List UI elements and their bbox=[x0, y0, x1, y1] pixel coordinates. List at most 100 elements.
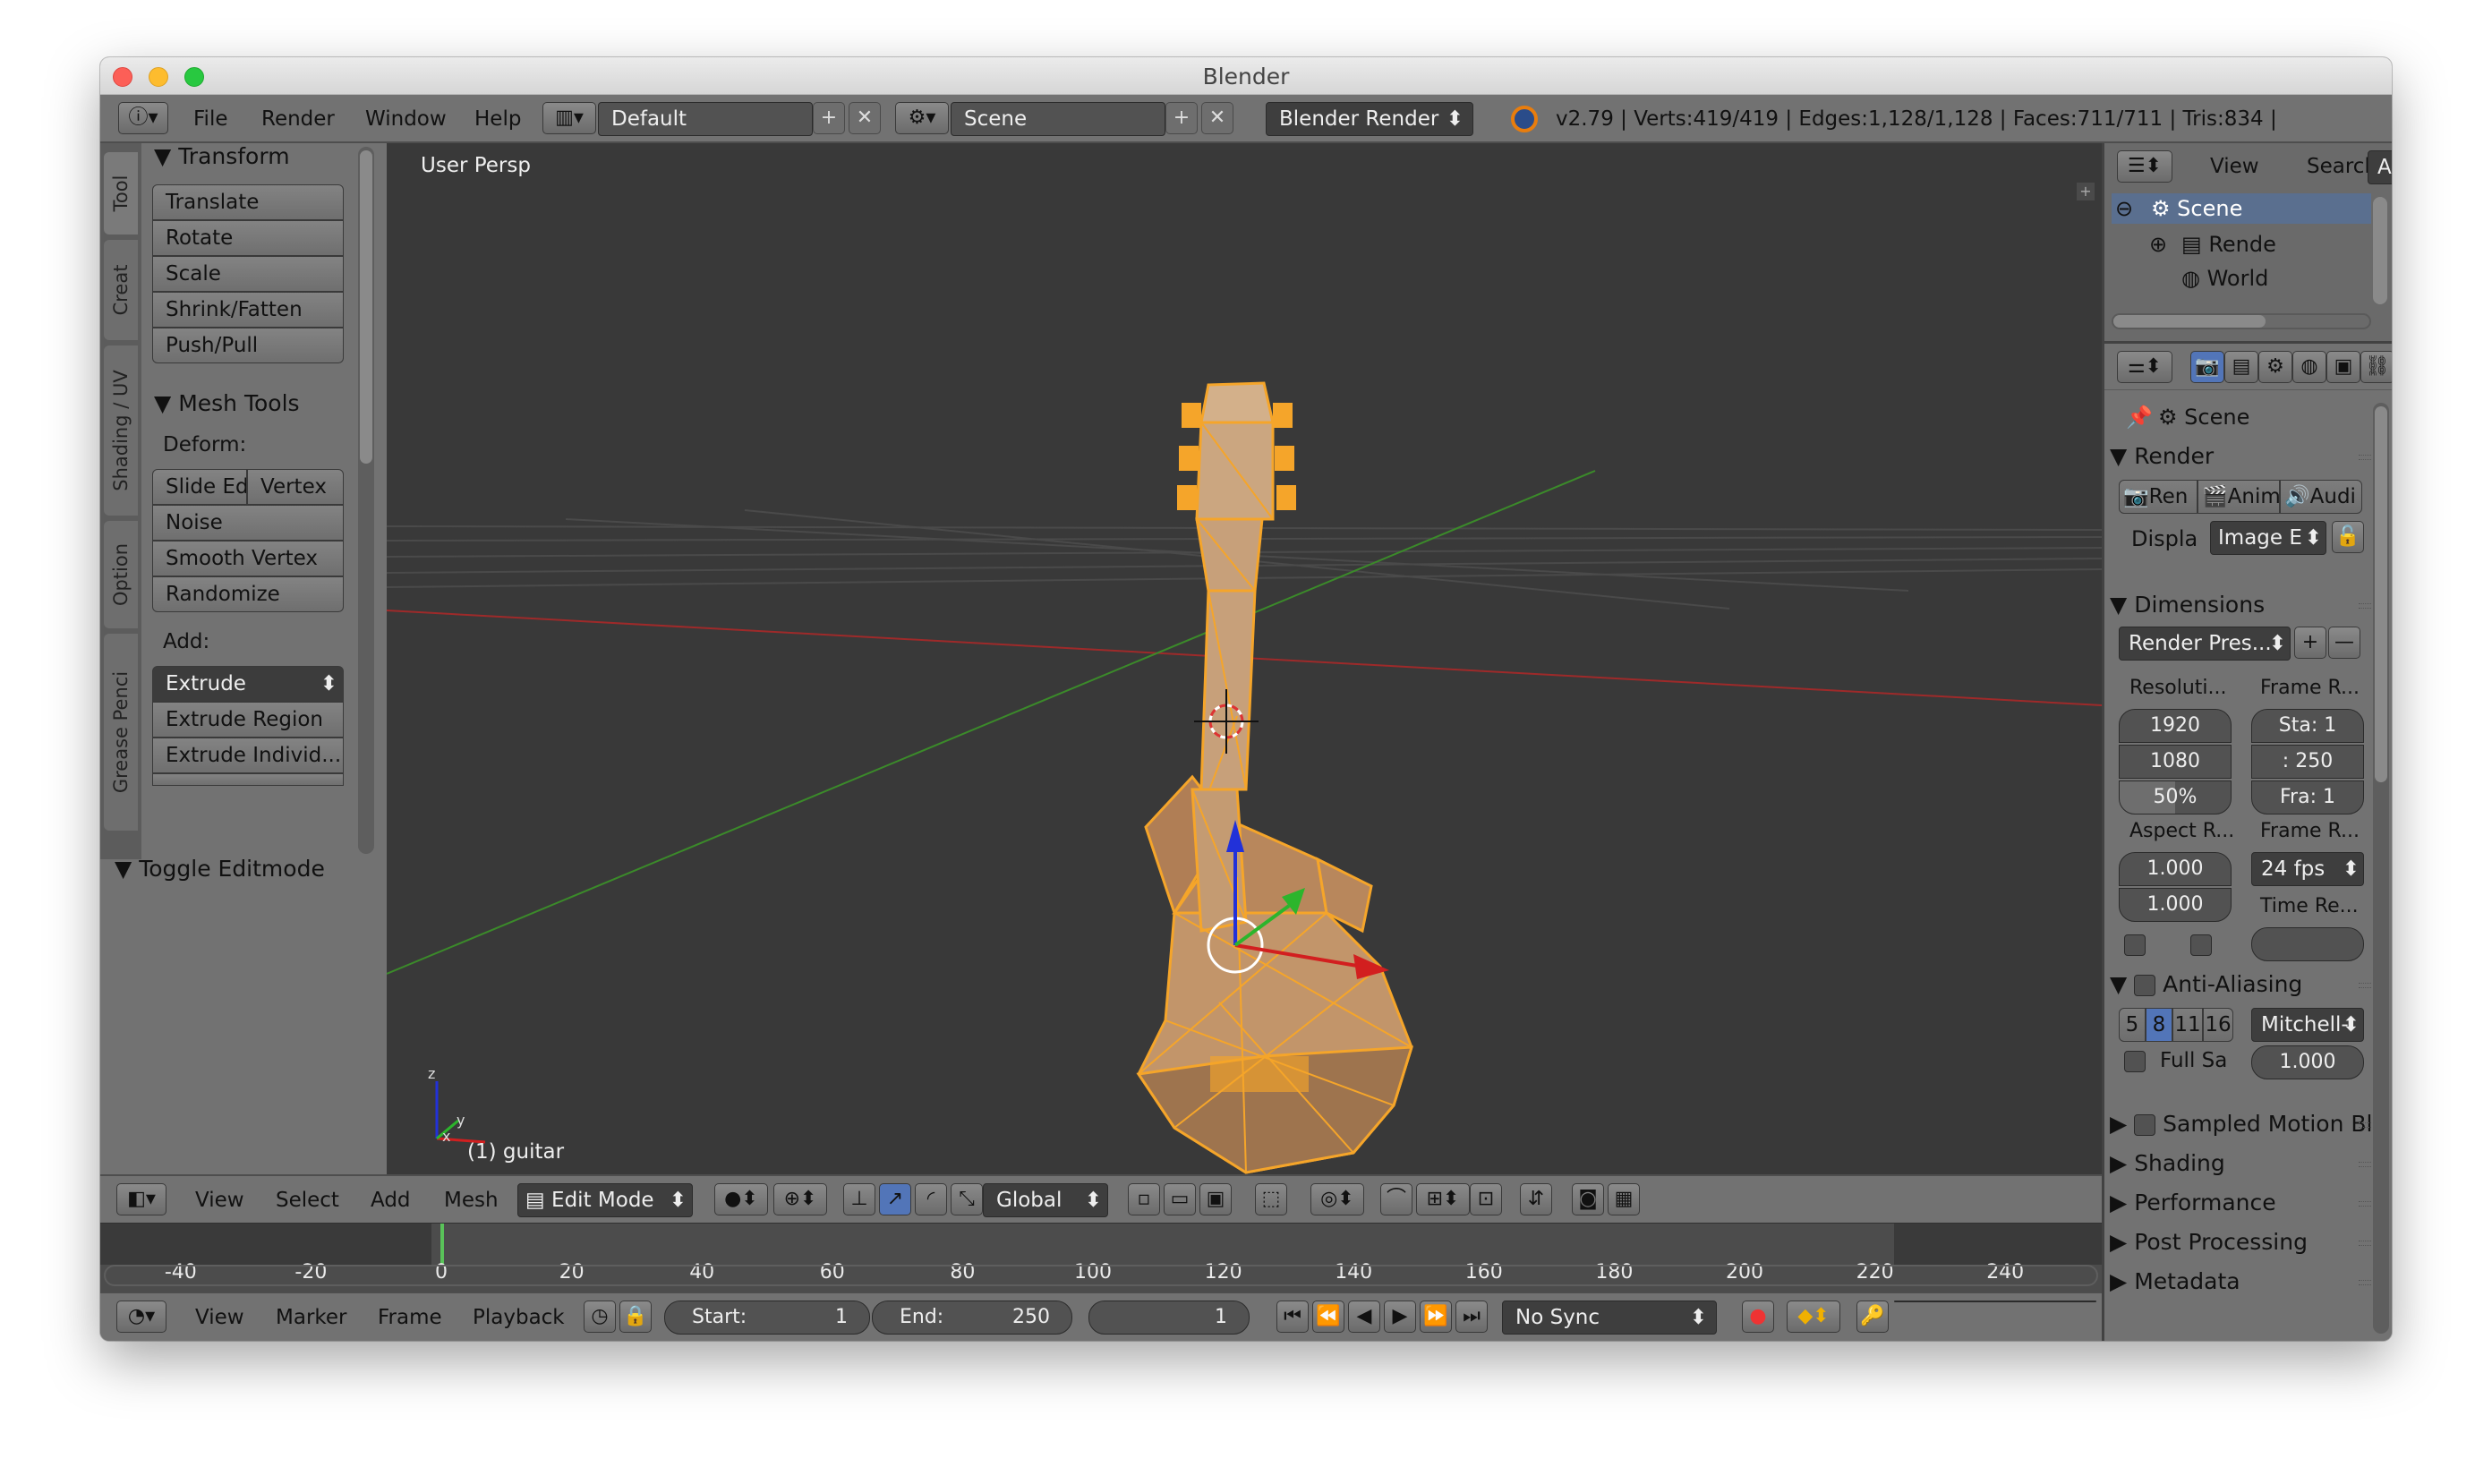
aa-samples-5[interactable]: 5 bbox=[2119, 1008, 2146, 1042]
remove-preset-icon[interactable]: — bbox=[2328, 627, 2360, 659]
3d-viewport[interactable]: User Persp + z y x (1) guitar bbox=[387, 143, 2102, 1174]
post-processing-panel-header[interactable]: ▶ Post Processing bbox=[2110, 1224, 2375, 1260]
object-tab-icon[interactable]: ▣ bbox=[2326, 351, 2360, 383]
extrude-region-button[interactable]: Extrude Region bbox=[152, 702, 344, 738]
aspect-y-field[interactable]: 1.000 bbox=[2119, 888, 2232, 922]
mesh-tools-panel-header[interactable]: ▼ Mesh Tools bbox=[154, 390, 300, 416]
jump-end-icon[interactable]: ⏭ bbox=[1455, 1301, 1488, 1333]
crop-checkbox[interactable] bbox=[2190, 934, 2212, 956]
translate-button[interactable]: Translate bbox=[152, 184, 344, 220]
render-still-button[interactable]: 📷Ren bbox=[2119, 480, 2198, 514]
proportional-edit-icon[interactable]: ◎⬍ bbox=[1310, 1183, 1364, 1215]
current-frame-field[interactable]: 1 bbox=[1088, 1301, 1250, 1335]
menu-select[interactable]: Select bbox=[276, 1176, 339, 1224]
scrollbar-thumb[interactable] bbox=[2113, 315, 2266, 328]
outliner-editor-icon[interactable]: ☰⬍ bbox=[2117, 150, 2172, 183]
extrude-menu-button[interactable]: Extrude ⬍ bbox=[152, 666, 344, 702]
properties-editor-icon[interactable]: ⚌⬍ bbox=[2117, 351, 2172, 383]
render-panel-header[interactable]: ▼ Render bbox=[2110, 439, 2375, 474]
tab-shading-uv[interactable]: Shading / UV bbox=[104, 345, 138, 516]
render-presets-select[interactable]: Render Pres... ⬍ bbox=[2119, 627, 2291, 661]
viewport-shading-icon[interactable]: ●⬍ bbox=[714, 1183, 768, 1215]
zoom-window-icon[interactable] bbox=[184, 67, 204, 87]
aa-filter-size-field[interactable]: 1.000 bbox=[2251, 1045, 2364, 1079]
push-pull-button[interactable]: Push/Pull bbox=[152, 328, 344, 363]
jump-keyframe-back-icon[interactable]: ⏪ bbox=[1312, 1301, 1344, 1333]
render-animation-button[interactable]: 🎬Anim bbox=[2198, 480, 2280, 514]
face-select-icon[interactable]: ▣ bbox=[1199, 1183, 1232, 1215]
menu-playback[interactable]: Playback bbox=[473, 1293, 565, 1341]
frame-start-field[interactable]: Sta: 1 bbox=[2251, 709, 2364, 743]
menu-help[interactable]: Help bbox=[474, 95, 521, 143]
close-window-icon[interactable] bbox=[113, 67, 132, 87]
pivot-point-icon[interactable]: ⊕⬍ bbox=[773, 1183, 827, 1215]
slide-vertex-button[interactable]: Vertex bbox=[247, 469, 344, 505]
rotate-manipulator-icon[interactable]: ◜ bbox=[915, 1183, 947, 1215]
frame-step-field[interactable]: Fra: 1 bbox=[2251, 780, 2364, 814]
dimensions-panel-header[interactable]: ▼ Dimensions bbox=[2110, 587, 2375, 623]
snap-target-icon[interactable]: ⊡ bbox=[1470, 1183, 1502, 1215]
menu-marker[interactable]: Marker bbox=[276, 1293, 347, 1341]
add-preset-icon[interactable]: + bbox=[2294, 627, 2326, 659]
world-tab-icon[interactable]: ◍ bbox=[2292, 351, 2326, 383]
render-tab-icon[interactable]: 📷 bbox=[2190, 351, 2224, 383]
outliner-item-scene[interactable]: ⚙ Scene bbox=[2151, 193, 2242, 224]
border-checkbox[interactable] bbox=[2124, 934, 2146, 956]
record-icon[interactable]: ● bbox=[1742, 1301, 1774, 1333]
slide-edge-button[interactable]: Slide Ed bbox=[152, 469, 247, 505]
interaction-mode-select[interactable]: ▤ Edit Mode ⬍ bbox=[517, 1183, 693, 1217]
opengl-render-icon[interactable]: ◙ bbox=[1572, 1183, 1604, 1215]
scrollbar-thumb[interactable] bbox=[2375, 406, 2387, 782]
menu-frame[interactable]: Frame bbox=[378, 1293, 442, 1341]
resolution-x-field[interactable]: 1920 bbox=[2119, 709, 2232, 743]
play-icon[interactable]: ▶ bbox=[1384, 1301, 1416, 1333]
outliner-vscrollbar[interactable] bbox=[2373, 197, 2387, 304]
shading-panel-header[interactable]: ▶ Shading bbox=[2110, 1146, 2375, 1181]
resolution-percentage-slider[interactable]: 50% bbox=[2119, 780, 2232, 814]
add-screen-icon[interactable]: + bbox=[813, 102, 845, 134]
transform-panel-header[interactable]: ▼ Transform bbox=[154, 143, 290, 169]
jump-start-icon[interactable]: ⏮ bbox=[1276, 1301, 1309, 1333]
outliner-menu-view[interactable]: View bbox=[2210, 143, 2259, 190]
anti-aliasing-panel-header[interactable]: ▼ Anti-Aliasing bbox=[2110, 967, 2375, 1002]
delete-scene-icon[interactable]: ✕ bbox=[1201, 102, 1233, 134]
snap-element-icon[interactable]: ⊞⬍ bbox=[1416, 1183, 1470, 1215]
randomize-button[interactable]: Randomize bbox=[152, 576, 344, 612]
jump-keyframe-forward-icon[interactable]: ⏩ bbox=[1420, 1301, 1452, 1333]
outliner-display-select[interactable]: All bbox=[2368, 150, 2392, 184]
play-reverse-icon[interactable]: ◀ bbox=[1348, 1301, 1380, 1333]
aa-samples-16[interactable]: 16 bbox=[2203, 1008, 2233, 1042]
translate-manipulator-icon[interactable]: ↗ bbox=[879, 1183, 911, 1215]
metadata-panel-header[interactable]: ▶ Metadata bbox=[2110, 1264, 2375, 1300]
clipped-button[interactable] bbox=[152, 773, 344, 786]
sync-mode-select[interactable]: No Sync ⬍ bbox=[1502, 1301, 1717, 1335]
menu-view[interactable]: View bbox=[195, 1293, 244, 1341]
info-editor-icon[interactable]: ⓘ▾ bbox=[118, 102, 168, 134]
menu-render[interactable]: Render bbox=[261, 95, 335, 143]
render-engine-select[interactable]: Blender Render ⬍ bbox=[1266, 102, 1473, 136]
delete-screen-icon[interactable]: ✕ bbox=[849, 102, 881, 134]
motion-blur-checkbox[interactable] bbox=[2134, 1114, 2156, 1136]
minimize-window-icon[interactable] bbox=[149, 67, 168, 87]
menu-mesh[interactable]: Mesh bbox=[444, 1176, 499, 1224]
tab-tool[interactable]: Tool bbox=[104, 152, 138, 235]
smooth-vertex-button[interactable]: Smooth Vertex bbox=[152, 541, 344, 576]
tool-shelf-scrollbar[interactable] bbox=[358, 147, 374, 854]
performance-panel-header[interactable]: ▶ Performance bbox=[2110, 1185, 2375, 1221]
timeline-editor-icon[interactable]: ◔▾ bbox=[116, 1301, 166, 1333]
screen-layout-field[interactable]: Default bbox=[598, 102, 813, 136]
uv-sync-icon[interactable]: ⇵ bbox=[1520, 1183, 1552, 1215]
menu-add[interactable]: Add bbox=[371, 1176, 411, 1224]
transform-orientation-select[interactable]: Global ⬍ bbox=[983, 1183, 1108, 1217]
end-frame-field[interactable]: End: 250 bbox=[872, 1301, 1072, 1335]
tab-options[interactable]: Option bbox=[104, 521, 138, 628]
menu-view[interactable]: View bbox=[195, 1176, 244, 1224]
shrink-fatten-button[interactable]: Shrink/Fatten bbox=[152, 292, 344, 328]
scale-button[interactable]: Scale bbox=[152, 256, 344, 292]
start-frame-field[interactable]: Start: 1 bbox=[664, 1301, 870, 1335]
render-audio-button[interactable]: 🔊Audi bbox=[2280, 480, 2362, 514]
render-layers-tab-icon[interactable]: ▤ bbox=[2224, 351, 2258, 383]
scene-icon[interactable]: ⚙▾ bbox=[895, 102, 949, 134]
expand-icon[interactable]: ⊕ bbox=[2149, 229, 2167, 260]
noise-button[interactable]: Noise bbox=[152, 505, 344, 541]
